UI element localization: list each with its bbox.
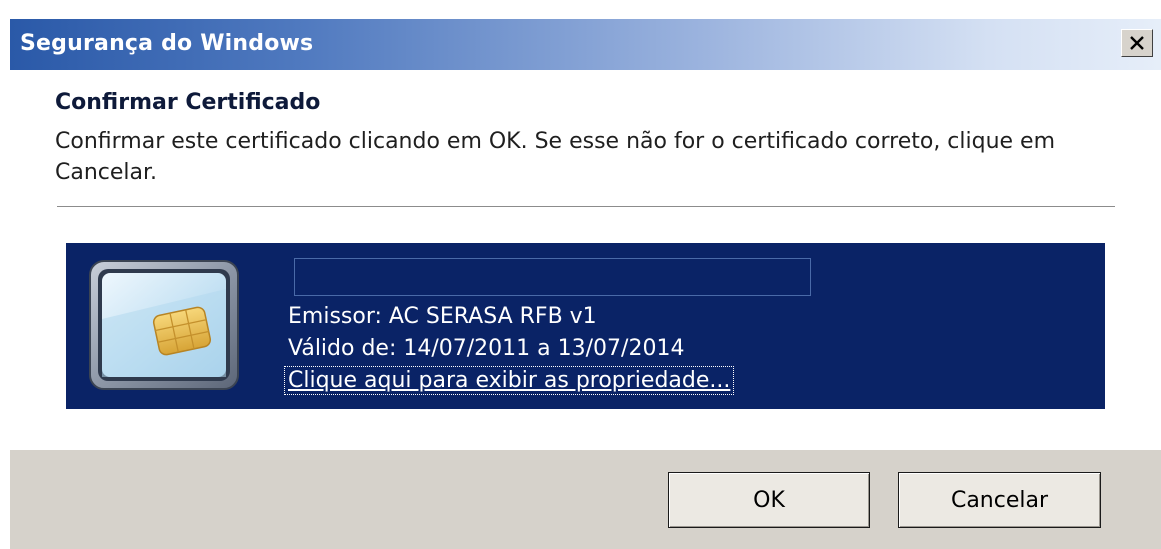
certificate-panel[interactable]: Emissor: AC SERASA RFB v1 Válido de: 14/… [66,243,1105,409]
separator-line [57,206,1115,207]
dialog-heading: Confirmar Certificado [55,90,321,115]
certificate-validity: Válido de: 14/07/2011 a 13/07/2014 [288,336,685,361]
ok-button[interactable]: OK [668,472,870,528]
button-bar: OK Cancelar [10,450,1161,549]
title-bar[interactable]: Segurança do Windows [10,19,1161,70]
cancel-button[interactable]: Cancelar [898,472,1101,528]
smart-card-icon [89,260,239,390]
close-button[interactable] [1121,29,1153,57]
close-icon [1130,36,1144,50]
security-dialog: Segurança do Windows Confirmar Certifica… [10,10,1161,549]
certificate-issuer: Emissor: AC SERASA RFB v1 [288,304,597,329]
view-properties-link[interactable]: Clique aqui para exibir as propriedade..… [283,366,735,395]
certificate-name-field [294,258,811,296]
dialog-description: Confirmar este certificado clicando em O… [55,129,1056,185]
window-title: Segurança do Windows [20,31,314,56]
